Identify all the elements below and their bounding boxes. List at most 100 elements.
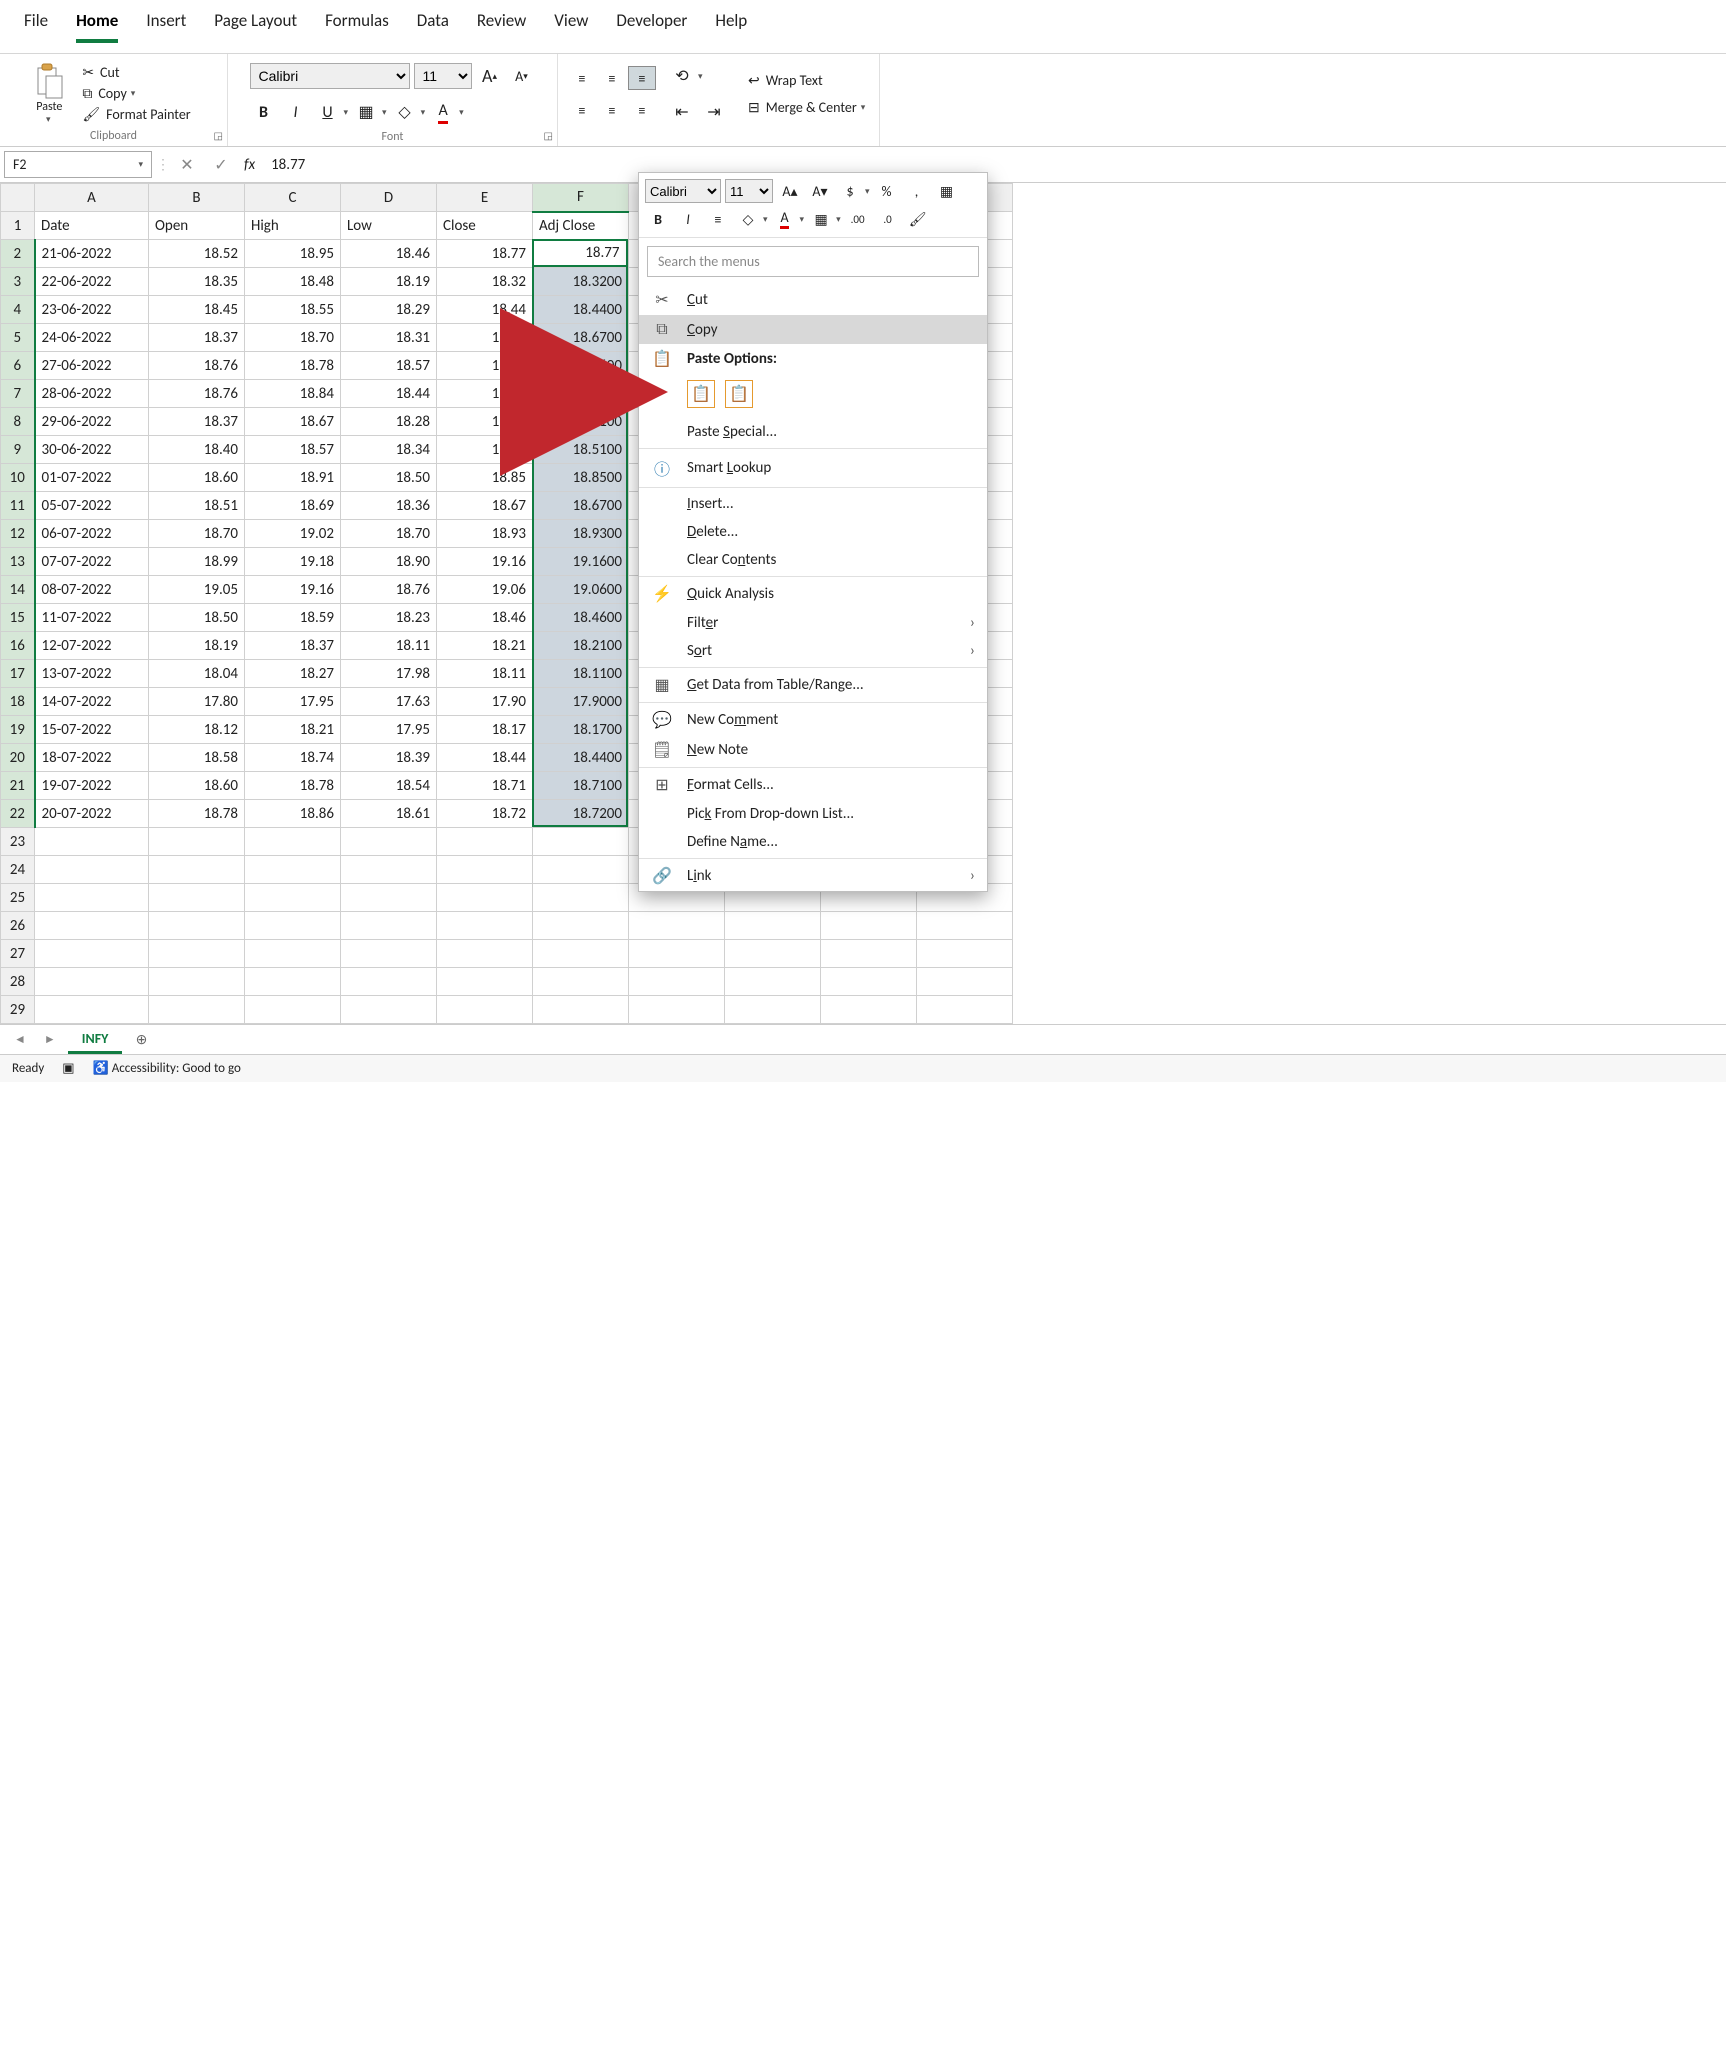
cell[interactable]: 18.99	[149, 548, 245, 576]
grow-font-icon[interactable]: A▴	[476, 62, 504, 90]
cell[interactable]	[341, 856, 437, 884]
cell[interactable]: 18.70	[149, 520, 245, 548]
add-sheet-button[interactable]: ⊕	[128, 1027, 154, 1053]
cell[interactable]: 18.12	[149, 716, 245, 744]
row-header[interactable]: 8	[1, 408, 35, 436]
prev-sheet-button[interactable]: ◄	[8, 1032, 32, 1047]
font-color-button[interactable]: A	[772, 207, 798, 231]
cell[interactable]: 18.67	[245, 408, 341, 436]
row-header[interactable]: 22	[1, 800, 35, 828]
cell[interactable]: 18.1100	[533, 660, 629, 688]
cell[interactable]: 18.51	[149, 492, 245, 520]
increase-indent-button[interactable]: ⇥	[700, 98, 728, 126]
cell[interactable]	[341, 940, 437, 968]
cell[interactable]	[149, 856, 245, 884]
cell[interactable]: 18.77	[437, 240, 533, 268]
cell[interactable]: 18.6100	[533, 408, 629, 436]
cell[interactable]: 18.61	[437, 408, 533, 436]
cut-button[interactable]: ✂Cut	[78, 64, 194, 81]
cell[interactable]	[821, 968, 917, 996]
cell[interactable]	[437, 856, 533, 884]
cell[interactable]: 27-06-2022	[35, 352, 149, 380]
align-middle-button[interactable]: ≡	[598, 66, 626, 90]
cell[interactable]: High	[245, 212, 341, 240]
font-name-select[interactable]: Calibri	[250, 63, 410, 89]
ctx-delete[interactable]: Delete...	[639, 518, 987, 546]
cell[interactable]: 18.58	[149, 744, 245, 772]
cell[interactable]: 19.06	[437, 576, 533, 604]
cell[interactable]: 18.7700	[533, 240, 629, 268]
ctx-copy[interactable]: ⧉Copy	[639, 315, 987, 344]
cell[interactable]: 18.44	[341, 380, 437, 408]
ribbon-tab-home[interactable]: Home	[76, 10, 118, 43]
row-header[interactable]: 2	[1, 240, 35, 268]
borders-button[interactable]: ▦	[352, 98, 380, 126]
cell[interactable]: 18.50	[341, 464, 437, 492]
cell[interactable]: 18.46	[341, 240, 437, 268]
cell[interactable]: Adj Close	[533, 212, 629, 240]
row-header[interactable]: 24	[1, 856, 35, 884]
cell[interactable]	[629, 940, 725, 968]
row-header[interactable]: 21	[1, 772, 35, 800]
cell[interactable]: 18.2100	[533, 632, 629, 660]
cell[interactable]: 18.50	[149, 604, 245, 632]
cell[interactable]: 18.11	[341, 632, 437, 660]
cell[interactable]: 18.23	[341, 604, 437, 632]
column-header[interactable]: E	[437, 184, 533, 212]
cell[interactable]: 18.85	[437, 464, 533, 492]
row-header[interactable]: 29	[1, 996, 35, 1024]
cell[interactable]	[533, 912, 629, 940]
cell[interactable]: 18.36	[341, 492, 437, 520]
cell[interactable]: 29-06-2022	[35, 408, 149, 436]
cell[interactable]: 18.21	[437, 632, 533, 660]
cell[interactable]: 18.19	[149, 632, 245, 660]
cell[interactable]	[917, 996, 1013, 1024]
cell[interactable]: 18.34	[341, 436, 437, 464]
cell[interactable]: 18.93	[437, 520, 533, 548]
cell[interactable]	[35, 996, 149, 1024]
cell[interactable]: 17.90	[437, 688, 533, 716]
cell[interactable]: 18.7200	[533, 800, 629, 828]
cell[interactable]: 18.52	[149, 240, 245, 268]
cell[interactable]	[917, 912, 1013, 940]
cell[interactable]: 18.39	[341, 744, 437, 772]
ribbon-tab-review[interactable]: Review	[477, 10, 526, 43]
ribbon-tab-developer[interactable]: Developer	[616, 10, 687, 43]
decrease-indent-button[interactable]: ⇤	[668, 98, 696, 126]
align-button[interactable]: ≡	[705, 207, 731, 231]
cell[interactable]: 17.80	[149, 688, 245, 716]
dialog-launcher-icon[interactable]: ◲	[544, 129, 553, 142]
cell[interactable]	[725, 912, 821, 940]
cell[interactable]: 18.76	[149, 380, 245, 408]
cell[interactable]	[149, 940, 245, 968]
cell[interactable]: 18.31	[341, 324, 437, 352]
cell[interactable]: 18.6700	[533, 324, 629, 352]
cell[interactable]: 19.1600	[533, 548, 629, 576]
column-header[interactable]: B	[149, 184, 245, 212]
ctx-quick-analysis[interactable]: ⚡Quick Analysis	[639, 579, 987, 609]
cell[interactable]: 19.0600	[533, 576, 629, 604]
enter-formula-button[interactable]: ✓	[204, 155, 238, 175]
borders-button[interactable]: ▦	[808, 207, 834, 231]
cell[interactable]: 18.1700	[533, 716, 629, 744]
cell[interactable]	[533, 856, 629, 884]
cell[interactable]: 21-06-2022	[35, 240, 149, 268]
cell[interactable]: 19.18	[245, 548, 341, 576]
row-header[interactable]: 3	[1, 268, 35, 296]
cell[interactable]	[341, 884, 437, 912]
paste-button[interactable]: Paste ▾	[32, 62, 66, 125]
cell[interactable]	[149, 996, 245, 1024]
cell[interactable]	[821, 996, 917, 1024]
orientation-button[interactable]: ⟲	[668, 62, 696, 90]
comma-format-icon[interactable]: ,	[904, 179, 930, 203]
cell[interactable]	[533, 884, 629, 912]
cell[interactable]	[917, 968, 1013, 996]
cell[interactable]: 18.4600	[533, 380, 629, 408]
cell[interactable]: 18.32	[437, 268, 533, 296]
cell[interactable]: 18.71	[437, 772, 533, 800]
row-header[interactable]: 28	[1, 968, 35, 996]
cell[interactable]	[341, 912, 437, 940]
row-header[interactable]: 7	[1, 380, 35, 408]
ctx-filter[interactable]: Filter›	[639, 609, 987, 637]
cell[interactable]: 18.86	[245, 800, 341, 828]
